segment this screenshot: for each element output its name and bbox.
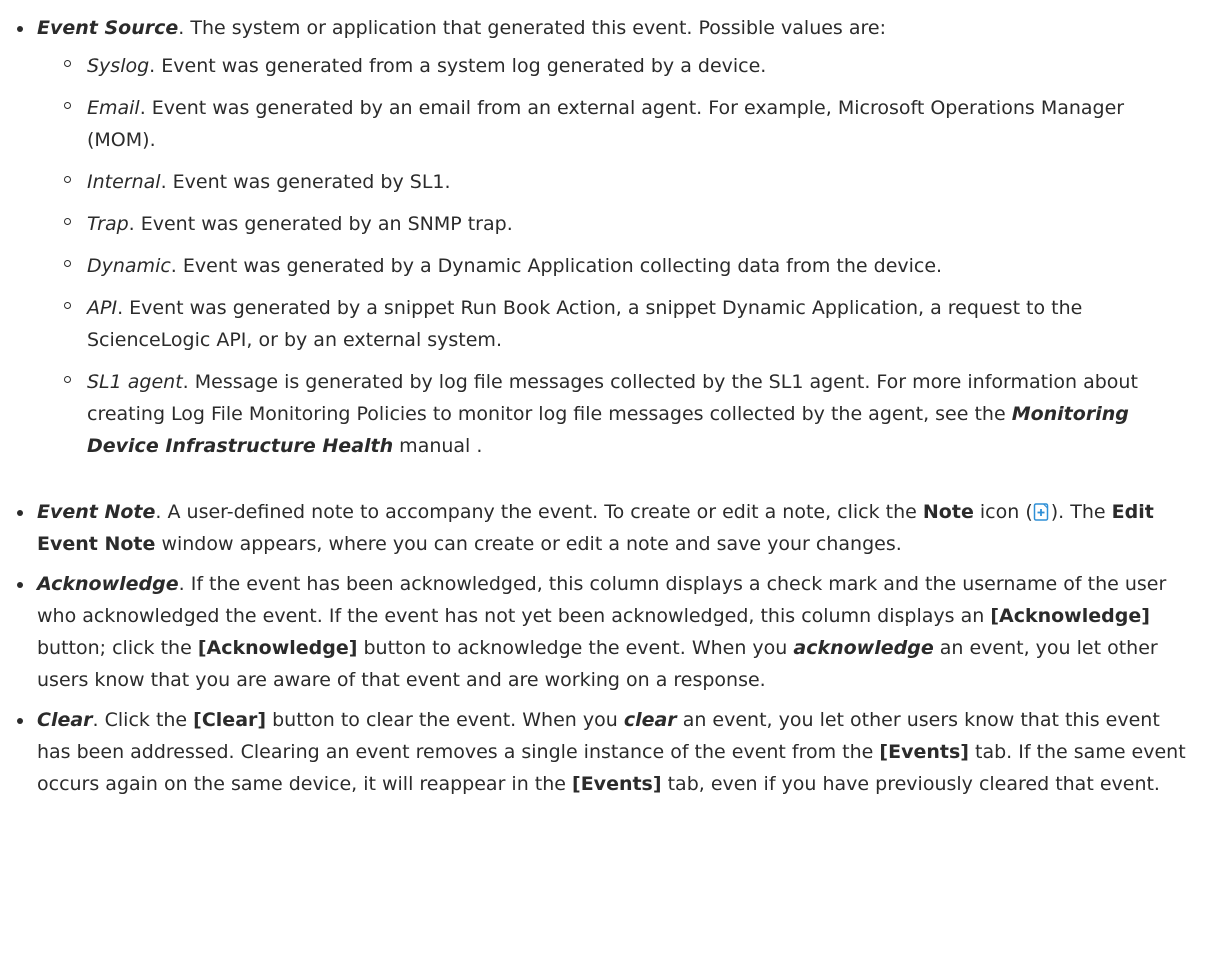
value-desc: . Message is generated by log file messa… — [87, 371, 1138, 425]
value-name: Internal — [87, 171, 161, 193]
clear-text: tab, even if you have previously cleared… — [661, 773, 1160, 795]
value-name: Trap — [87, 213, 129, 235]
event-note-text: window appears, where you can create or … — [155, 533, 902, 555]
event-source-values-list: Syslog. Event was generated from a syste… — [37, 50, 1196, 462]
clear-emphasis: clear — [623, 709, 677, 731]
value-desc: . Event was generated by SL1. — [160, 171, 451, 193]
event-note-term: Event Note — [37, 501, 156, 523]
value-name: Email — [87, 97, 140, 119]
clear-text: . Click the — [92, 709, 194, 731]
value-desc: . Event was generated by a snippet Run B… — [87, 297, 1083, 351]
note-label: Note — [922, 501, 974, 523]
acknowledge-emphasis: acknowledge — [793, 637, 934, 659]
value-desc: . Event was generated from a system log … — [149, 55, 767, 77]
clear-text: button to clear the event. When you — [266, 709, 624, 731]
value-name: Dynamic — [87, 255, 171, 277]
value-name: SL1 agent — [87, 371, 183, 393]
events-tab-label: [Events] — [572, 773, 662, 795]
acknowledge-term: Acknowledge — [37, 573, 179, 595]
value-desc: . Event was generated by a Dynamic Appli… — [170, 255, 943, 277]
event-source-intro: . The system or application that generat… — [178, 17, 886, 39]
manual-suffix: manual . — [393, 435, 483, 457]
list-item: SL1 agent. Message is generated by log f… — [37, 366, 1196, 462]
acknowledge-button-label: [Acknowledge] — [197, 637, 358, 659]
events-tab-label: [Events] — [879, 741, 969, 763]
value-desc: . Event was generated by an email from a… — [87, 97, 1125, 151]
clear-button-label: [Clear] — [193, 709, 267, 731]
acknowledge-text: button; click the — [37, 637, 198, 659]
list-item: API. Event was generated by a snippet Ru… — [37, 292, 1196, 356]
acknowledge-text: button to acknowledge the event. When yo… — [357, 637, 794, 659]
acknowledge-item: Acknowledge. If the event has been ackno… — [17, 568, 1196, 696]
list-item: Trap. Event was generated by an SNMP tra… — [37, 208, 1196, 240]
list-item: Dynamic. Event was generated by a Dynami… — [37, 250, 1196, 282]
event-note-text: ). The — [1050, 501, 1112, 523]
document-body: Event Source. The system or application … — [0, 0, 1216, 800]
acknowledge-button-label: [Acknowledge] — [990, 605, 1150, 627]
event-note-text: icon ( — [973, 501, 1033, 523]
event-source-item: Event Source. The system or application … — [17, 12, 1196, 462]
value-desc: . Event was generated by an SNMP trap. — [128, 213, 513, 235]
list-item: Syslog. Event was generated from a syste… — [37, 50, 1196, 82]
value-name: Syslog — [87, 55, 150, 77]
clear-item: Clear. Click the [Clear] button to clear… — [17, 704, 1196, 800]
list-item: Internal. Event was generated by SL1. — [37, 166, 1196, 198]
value-name: API — [87, 297, 118, 319]
event-source-term: Event Source — [37, 17, 179, 39]
event-note-text: . A user-defined note to accompany the e… — [155, 501, 923, 523]
event-note-item: Event Note. A user-defined note to accom… — [17, 496, 1196, 560]
list-item: Email. Event was generated by an email f… — [37, 92, 1196, 156]
note-add-icon — [1033, 503, 1048, 521]
clear-term: Clear — [37, 709, 93, 731]
